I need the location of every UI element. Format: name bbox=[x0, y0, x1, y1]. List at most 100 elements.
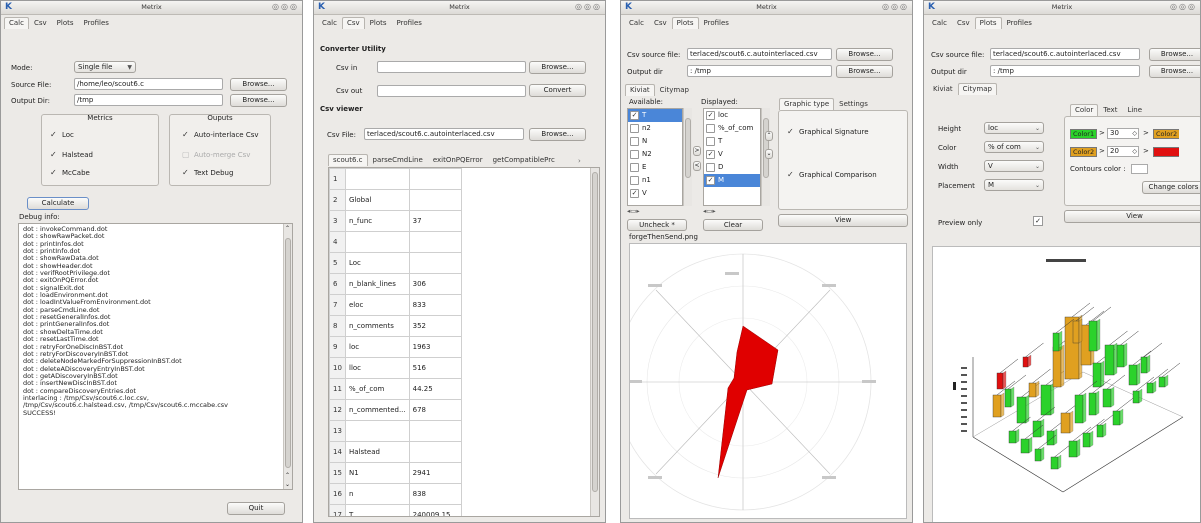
hscroll-icon[interactable]: ◂▭▸ bbox=[627, 207, 640, 215]
tab-plots[interactable]: Plots bbox=[52, 17, 79, 29]
tab-profiles[interactable]: Profiles bbox=[1002, 17, 1037, 29]
list-item[interactable]: E bbox=[628, 161, 682, 174]
threshold-2-spinbox[interactable]: 20 ◇ bbox=[1107, 146, 1139, 157]
window-buttons-icon[interactable]: ◎◎◎ bbox=[272, 2, 299, 11]
auto-interlace-checkbox[interactable]: ✓ Auto-interlace Csv bbox=[182, 130, 259, 139]
table-cell[interactable]: T bbox=[345, 504, 410, 516]
scroll-thumb[interactable] bbox=[763, 118, 769, 178]
table-cell[interactable]: n bbox=[345, 483, 410, 505]
spreadsheet-view[interactable]: 1 2 Global 3 n_func 37 4 5 Loc 6 n_blank_lines 306 7… bbox=[328, 167, 600, 517]
tab-profiles[interactable]: Profiles bbox=[699, 17, 734, 29]
tab-citymap[interactable]: Citymap bbox=[655, 84, 694, 96]
color3-swatch[interactable]: Color3 bbox=[1153, 147, 1180, 157]
table-cell[interactable] bbox=[345, 420, 410, 442]
graphical-signature-checkbox[interactable]: ✓ Graphical Signature bbox=[787, 127, 869, 136]
view-button[interactable]: View bbox=[1064, 210, 1200, 223]
tab-plots[interactable]: Plots bbox=[365, 17, 392, 29]
title-bar[interactable]: K Metrix ◎◎◎ bbox=[621, 1, 912, 15]
output-dir-input[interactable]: /tmp bbox=[74, 94, 223, 106]
output-dir-input[interactable]: : /tmp bbox=[990, 65, 1140, 77]
table-cell[interactable]: Global bbox=[345, 189, 410, 211]
available-scrollbar[interactable] bbox=[683, 108, 692, 206]
checkbox-icon[interactable] bbox=[706, 137, 715, 146]
table-cell[interactable]: 306 bbox=[408, 273, 462, 295]
tab-line[interactable]: Line bbox=[1122, 104, 1147, 116]
auto-merge-checkbox[interactable]: ▢ Auto-merge Csv bbox=[182, 150, 250, 159]
tab-plots[interactable]: Plots bbox=[671, 17, 699, 29]
table-cell[interactable] bbox=[408, 420, 462, 442]
csv-file-input[interactable]: terlaced/scout6.c.autointerlaced.csv bbox=[364, 128, 524, 140]
tab-profiles[interactable]: Profiles bbox=[392, 17, 427, 29]
title-bar[interactable]: K Metrix ◎◎◎ bbox=[1, 1, 302, 15]
table-cell[interactable]: n_comments bbox=[345, 315, 410, 337]
tab-graphic-type[interactable]: Graphic type bbox=[779, 98, 835, 110]
window-buttons-icon[interactable]: ◎◎◎ bbox=[1170, 2, 1197, 11]
list-item[interactable]: ✓ V bbox=[704, 148, 760, 161]
scroll-thumb[interactable] bbox=[592, 172, 598, 492]
table-cell[interactable]: 240009.15 bbox=[408, 504, 462, 516]
arrow-right-icon[interactable]: › bbox=[578, 157, 581, 165]
sheet-tab-getcompatible[interactable]: getCompatiblePrc bbox=[488, 154, 560, 166]
tab-csv[interactable]: Csv bbox=[341, 17, 365, 29]
table-cell[interactable]: n_commented... bbox=[345, 399, 410, 421]
tab-calc[interactable]: Calc bbox=[927, 17, 952, 29]
list-item[interactable]: %_of_com bbox=[704, 122, 760, 135]
available-list[interactable]: ✓ Tn2 N N2 En1 ✓ V bbox=[627, 108, 683, 206]
table-cell[interactable]: 516 bbox=[408, 357, 462, 379]
hscroll-icon[interactable]: ◂▭▸ bbox=[703, 207, 716, 215]
spin-icon[interactable]: ◇ bbox=[1132, 147, 1137, 156]
csv-source-browse-button[interactable]: Browse... bbox=[836, 48, 893, 61]
arrow-down-icon[interactable]: ⌄ bbox=[285, 481, 290, 488]
tab-csv[interactable]: Csv bbox=[952, 17, 975, 29]
list-item[interactable]: D bbox=[704, 161, 760, 174]
table-cell[interactable] bbox=[408, 168, 462, 190]
table-cell[interactable]: 2941 bbox=[408, 462, 462, 484]
displayed-list[interactable]: ✓ loc %_of_com T ✓ V D ✓ M bbox=[703, 108, 761, 206]
list-item[interactable]: n1 bbox=[628, 174, 682, 187]
list-item[interactable]: ✓ V bbox=[628, 187, 682, 200]
move-up-button[interactable]: ⌃ bbox=[765, 131, 773, 141]
view-button[interactable]: View bbox=[778, 214, 908, 227]
table-cell[interactable]: N1 bbox=[345, 462, 410, 484]
title-bar[interactable]: K Metrix ◎◎◎ bbox=[314, 1, 605, 15]
threshold-1-spinbox[interactable]: 30 ◇ bbox=[1107, 128, 1139, 139]
tab-settings[interactable]: Settings bbox=[834, 98, 873, 110]
table-cell[interactable] bbox=[408, 252, 462, 274]
spin-icon[interactable]: ◇ bbox=[1132, 129, 1137, 138]
source-browse-button[interactable]: Browse... bbox=[230, 78, 287, 91]
output-browse-button[interactable]: Browse... bbox=[836, 65, 893, 78]
output-browse-button[interactable]: Browse... bbox=[1149, 65, 1200, 78]
tab-color[interactable]: Color bbox=[1070, 104, 1099, 116]
change-colors-button[interactable]: Change colors bbox=[1142, 181, 1200, 194]
tab-calc[interactable]: Calc bbox=[624, 17, 649, 29]
checkbox-icon[interactable]: ✓ bbox=[706, 111, 715, 120]
tab-kiviat[interactable]: Kiviat bbox=[625, 84, 655, 96]
table-cell[interactable]: loc bbox=[345, 336, 410, 358]
checkbox-icon[interactable] bbox=[630, 150, 639, 159]
checkbox-icon[interactable] bbox=[630, 176, 639, 185]
table-cell[interactable]: Loc bbox=[345, 252, 410, 274]
remove-arrow-button[interactable]: < bbox=[693, 161, 701, 171]
output-dir-input[interactable]: : /tmp bbox=[687, 65, 832, 77]
tab-calc[interactable]: Calc bbox=[317, 17, 342, 29]
list-item[interactable]: ✓ loc bbox=[704, 109, 760, 122]
table-cell[interactable]: 44.25 bbox=[408, 378, 462, 400]
csv-in-input[interactable] bbox=[377, 61, 526, 73]
csv-source-input[interactable]: terlaced/scout6.c.autointerlaced.csv bbox=[687, 48, 832, 60]
tab-kiviat[interactable]: Kiviat bbox=[928, 83, 958, 95]
list-item[interactable]: ✓ M bbox=[704, 174, 760, 187]
table-cell[interactable] bbox=[345, 168, 410, 190]
halstead-checkbox[interactable]: ✓ Halstead bbox=[50, 150, 93, 159]
tab-text[interactable]: Text bbox=[1098, 104, 1122, 116]
tab-profiles[interactable]: Profiles bbox=[79, 17, 114, 29]
uncheck-all-button[interactable]: Uncheck * bbox=[627, 219, 687, 231]
table-cell[interactable]: 352 bbox=[408, 315, 462, 337]
sheet-tab-parsecmdline[interactable]: parseCmdLine bbox=[368, 154, 428, 166]
table-cell[interactable]: 838 bbox=[408, 483, 462, 505]
table-cell[interactable]: Halstead bbox=[345, 441, 410, 463]
debug-textarea[interactable]: dot : invokeCommand.dot dot : showRawPack… bbox=[18, 223, 293, 490]
window-buttons-icon[interactable]: ◎◎◎ bbox=[575, 2, 602, 11]
placement-select[interactable]: M ⌄ bbox=[984, 179, 1044, 191]
list-item[interactable]: N bbox=[628, 135, 682, 148]
checkbox-icon[interactable] bbox=[706, 124, 715, 133]
